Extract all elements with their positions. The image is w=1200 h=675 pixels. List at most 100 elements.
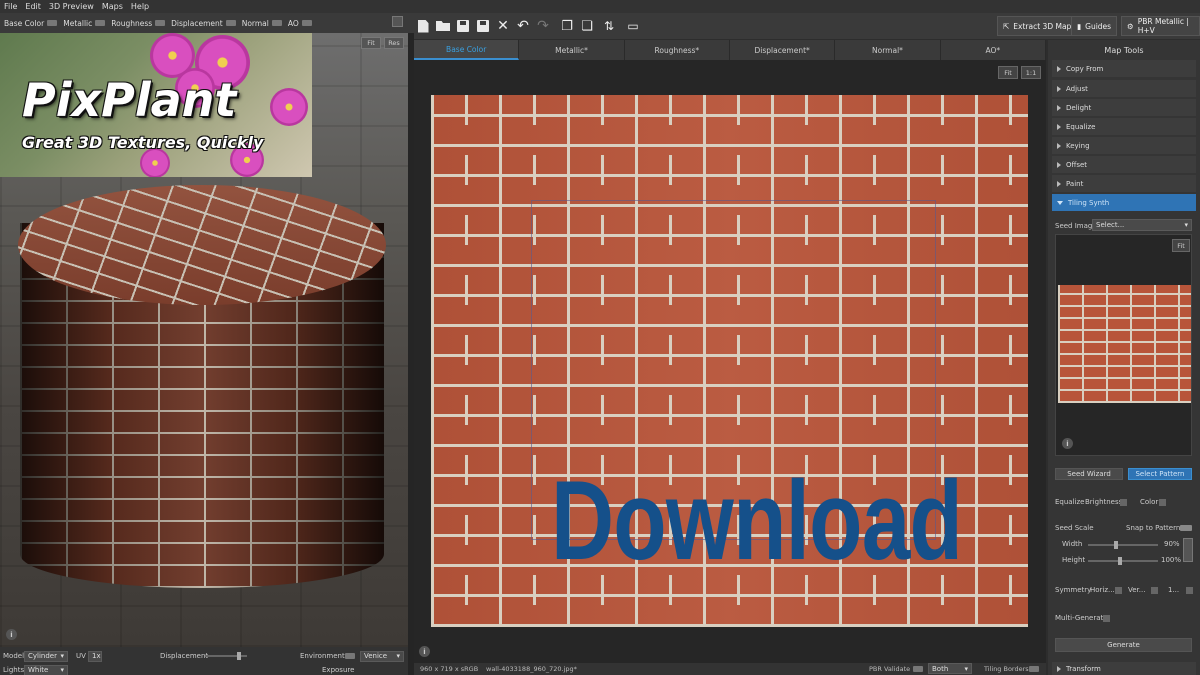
brick-cylinder-top — [18, 185, 386, 305]
texture-canvas[interactable]: Fit 1:1 Download i — [414, 60, 1046, 663]
tool-tiling-synth[interactable]: Tiling Synth — [1052, 194, 1196, 211]
tab-displacement[interactable]: Displacement* — [729, 40, 836, 60]
seed-image-label: Seed Image — [1055, 222, 1097, 230]
symmetry-horizontal-label: Horiz... — [1090, 586, 1115, 594]
canvas-info-icon[interactable]: i — [419, 646, 430, 657]
slider-knob[interactable] — [237, 652, 241, 660]
environment-toggle[interactable] — [345, 653, 355, 659]
symmetry-horizontal-checkbox[interactable] — [1115, 587, 1122, 594]
model-select[interactable]: Cylinder ▾ — [24, 650, 68, 662]
toggle-switch[interactable] — [271, 20, 282, 26]
uv-label: UV — [76, 652, 86, 660]
uv-select[interactable]: 1x — [88, 650, 102, 662]
menu-maps[interactable]: Maps — [102, 2, 123, 11]
guides-icon: ▮ — [1077, 21, 1082, 31]
undo-button[interactable]: ↶ — [514, 17, 532, 35]
displacement-slider[interactable] — [205, 652, 247, 660]
channel-displacement[interactable]: Displacement — [171, 19, 236, 28]
width-label: Width — [1062, 540, 1083, 548]
lights-select[interactable]: White ▾ — [24, 664, 68, 675]
tool-paint[interactable]: Paint — [1052, 175, 1196, 192]
width-slider[interactable] — [1088, 541, 1158, 549]
comment-button[interactable]: ▭ — [624, 17, 642, 35]
toggle-switch[interactable] — [301, 20, 312, 26]
snap-to-pattern-toggle[interactable] — [1180, 525, 1192, 531]
slider-knob[interactable] — [1118, 557, 1122, 565]
toggle-switch[interactable] — [225, 20, 236, 26]
extract-icon: ⇱ — [1003, 21, 1010, 31]
viewport-reset-button[interactable]: Res — [384, 37, 404, 49]
multi-generate-checkbox[interactable] — [1103, 615, 1110, 622]
info-icon[interactable]: i — [6, 629, 17, 640]
equalize-label: Equalize — [1055, 498, 1085, 506]
tool-delight[interactable]: Delight — [1052, 99, 1196, 116]
close-button[interactable]: ✕ — [494, 17, 512, 35]
close-icon: ✕ — [497, 18, 509, 34]
canvas-actual-size-button[interactable]: 1:1 — [1021, 66, 1041, 79]
detach-window-icon[interactable] — [392, 16, 403, 27]
swap-button[interactable]: ⇅ — [600, 17, 618, 35]
logo-subtitle: Great 3D Textures, Quickly — [22, 133, 264, 152]
flower-image — [140, 148, 170, 177]
validate-mode-select[interactable]: Both ▾ — [928, 663, 972, 674]
open-folder-button[interactable] — [434, 17, 452, 35]
viewport-fit-button[interactable]: Fit — [361, 37, 381, 49]
folder-icon — [436, 21, 450, 31]
tool-offset[interactable]: Offset — [1052, 156, 1196, 173]
channel-metallic[interactable]: Metallic — [63, 19, 106, 28]
menu-edit[interactable]: Edit — [25, 2, 41, 11]
brightness-checkbox[interactable] — [1120, 499, 1127, 506]
slider-knob[interactable] — [1114, 541, 1118, 549]
seed-fit-button[interactable]: Fit — [1172, 239, 1190, 252]
toggle-switch[interactable] — [95, 20, 106, 26]
tab-ao[interactable]: AO* — [940, 40, 1046, 60]
channel-roughness[interactable]: Roughness — [111, 19, 166, 28]
toggle-switch[interactable] — [47, 20, 58, 26]
color-checkbox[interactable] — [1159, 499, 1166, 506]
height-slider[interactable] — [1088, 557, 1158, 565]
tool-adjust[interactable]: Adjust — [1052, 80, 1196, 97]
tab-normal[interactable]: Normal* — [835, 40, 941, 60]
tab-metallic[interactable]: Metallic* — [519, 40, 625, 60]
channel-base-color[interactable]: Base Color — [4, 19, 58, 28]
canvas-fit-button[interactable]: Fit — [998, 66, 1018, 79]
chevron-right-icon — [1057, 665, 1061, 672]
3d-preview-viewport[interactable]: PixPlant Great 3D Textures, Quickly Fit … — [0, 33, 408, 647]
new-file-button[interactable] — [414, 17, 432, 35]
menu-file[interactable]: File — [4, 2, 17, 11]
extract-3d-maps-button[interactable]: ⇱ Extract 3D Maps — [997, 16, 1082, 36]
chevron-right-icon — [1057, 85, 1061, 92]
save-button[interactable] — [454, 17, 472, 35]
seed-wizard-button[interactable]: Seed Wizard — [1055, 468, 1123, 480]
chevron-right-icon — [1057, 180, 1061, 187]
pbr-mode-button[interactable]: ⚙ PBR Metallic | H+V — [1121, 16, 1200, 36]
symmetry-vertical-checkbox[interactable] — [1151, 587, 1158, 594]
tool-keying[interactable]: Keying — [1052, 137, 1196, 154]
copy-button[interactable]: ❐ — [558, 17, 576, 35]
tab-roughness[interactable]: Roughness* — [624, 40, 730, 60]
environment-select[interactable]: Venice ▾ — [360, 650, 404, 662]
guides-button[interactable]: ▮ Guides — [1071, 16, 1118, 36]
select-pattern-button[interactable]: Select Pattern — [1128, 468, 1192, 480]
toggle-switch[interactable] — [155, 20, 166, 26]
seed-image-select[interactable]: Select... ▾ — [1092, 219, 1192, 231]
redo-button[interactable]: ↷ — [534, 17, 552, 35]
paste-icon: ❏ — [581, 18, 593, 34]
link-ratio-icon[interactable] — [1183, 538, 1193, 562]
tool-equalize[interactable]: Equalize — [1052, 118, 1196, 135]
save-all-button[interactable] — [474, 17, 492, 35]
pbr-validate-toggle[interactable] — [913, 666, 923, 672]
menu-3d-preview[interactable]: 3D Preview — [49, 2, 94, 11]
channel-ao[interactable]: AO — [288, 19, 312, 28]
tool-copy-from[interactable]: Copy From — [1052, 60, 1196, 77]
seed-info-icon[interactable]: i — [1062, 438, 1073, 449]
menu-help[interactable]: Help — [131, 2, 149, 11]
generate-button[interactable]: Generate — [1055, 638, 1192, 652]
tiling-borders-toggle[interactable] — [1029, 666, 1039, 672]
tool-transform[interactable]: Transform — [1052, 662, 1196, 675]
symmetry-one-checkbox[interactable] — [1186, 587, 1193, 594]
paste-button[interactable]: ❏ — [578, 17, 596, 35]
seed-image-preview[interactable]: Fit i — [1055, 234, 1192, 456]
channel-normal[interactable]: Normal — [242, 19, 282, 28]
tab-base-color[interactable]: Base Color — [414, 40, 520, 60]
